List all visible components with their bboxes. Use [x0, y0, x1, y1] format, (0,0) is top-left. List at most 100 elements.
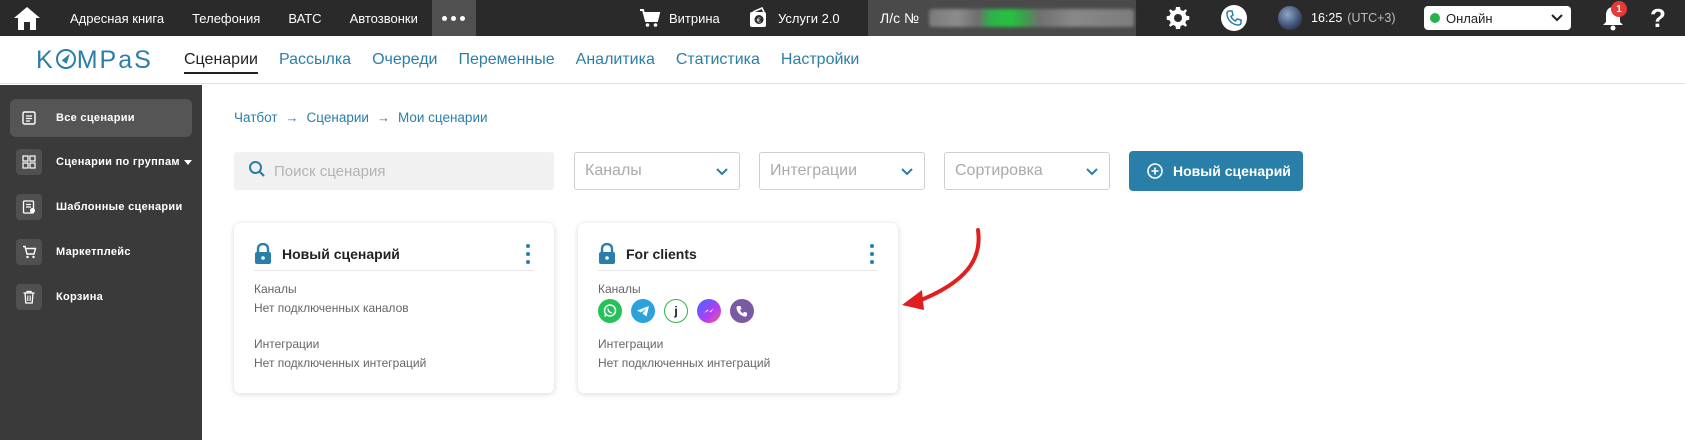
lock-icon: [254, 242, 272, 265]
top-nav: Адресная книга Телефония ВАТС Автозвонки: [56, 0, 476, 36]
top-nav-vats[interactable]: ВАТС: [274, 0, 335, 36]
cart-icon: [16, 239, 42, 265]
sidebar-item-templates[interactable]: Шаблонные сценарии: [10, 188, 192, 226]
jivo-icon: j: [664, 299, 688, 323]
clock: 16:25 (UTC+3): [1311, 0, 1396, 36]
trash-icon: [16, 284, 42, 310]
template-icon: [16, 194, 42, 220]
online-dot-icon: [1430, 13, 1440, 23]
sidebar-item-label: Маркетплейс: [56, 246, 131, 258]
kompas-logo[interactable]: K MPaS: [36, 46, 153, 75]
vitrina-label: Витрина: [669, 10, 720, 26]
sidebar-item-marketplace[interactable]: Маркетплейс: [10, 233, 192, 271]
kebab-menu-icon[interactable]: [870, 244, 876, 264]
more-menu-button[interactable]: [431, 0, 476, 36]
caret-down-icon: [183, 159, 192, 165]
logo-letters-mp: MP: [76, 46, 119, 74]
whatsapp-icon: [598, 299, 622, 323]
arrow-right-icon: →: [376, 110, 390, 125]
chevron-down-icon: [900, 165, 914, 184]
account-number: Л/с №: [868, 0, 1136, 36]
new-scenario-label: Новый сценарий: [1173, 163, 1291, 179]
tab-analytics[interactable]: Аналитика: [576, 36, 655, 84]
search-box[interactable]: [234, 152, 554, 190]
tab-scenarios[interactable]: Сценарии: [184, 36, 258, 84]
sidebar: Все сценарии Сценарии по группам Шаблонн…: [0, 85, 202, 440]
search-input[interactable]: [274, 162, 534, 180]
integrations-label: Интеграции: [598, 337, 664, 351]
integrations-label: Интеграции: [254, 337, 320, 351]
channels-value: Нет подключенных каналов: [254, 301, 409, 315]
section-tabs: Сценарии Рассылка Очереди Переменные Ана…: [184, 36, 880, 84]
integrations-select-value: Интеграции: [770, 162, 858, 179]
breadcrumb-chatbot[interactable]: Чатбот: [234, 110, 278, 125]
svg-text:€: €: [757, 17, 761, 25]
top-nav-telephony[interactable]: Телефония: [178, 0, 274, 36]
breadcrumb-my-scenarios[interactable]: Мои сценарии: [398, 110, 488, 125]
top-nav-autocalls[interactable]: Автозвонки: [336, 0, 432, 36]
account-label: Л/с №: [880, 10, 919, 26]
plus-circle-icon: [1147, 163, 1163, 179]
tab-mailing[interactable]: Рассылка: [279, 36, 351, 84]
time-value: 16:25: [1311, 11, 1343, 25]
channel-icons: j: [598, 299, 763, 323]
timezone-value: (UTC+3): [1347, 11, 1396, 25]
card-header: Новый сценарий: [254, 237, 534, 271]
sidebar-item-groups[interactable]: Сценарии по группам: [10, 143, 192, 181]
grid-icon: [16, 149, 42, 175]
channels-label: Каналы: [598, 282, 641, 296]
wallet-icon: €: [748, 7, 770, 29]
viber-icon: [730, 299, 754, 323]
cart-icon: [639, 8, 661, 28]
status-select[interactable]: Онлайн: [1424, 6, 1571, 30]
kebab-menu-icon[interactable]: [526, 244, 532, 264]
tab-settings[interactable]: Настройки: [781, 36, 859, 84]
search-icon: [248, 160, 266, 183]
channels-label: Каналы: [254, 282, 297, 296]
breadcrumb-scenarios[interactable]: Сценарии: [307, 110, 369, 125]
breadcrumb: Чатбот → Сценарии → Мои сценарии: [234, 110, 488, 125]
top-nav-address-book[interactable]: Адресная книга: [56, 0, 178, 36]
compass-icon: [55, 49, 76, 69]
channels-select[interactable]: Каналы: [574, 152, 740, 190]
tab-queues[interactable]: Очереди: [372, 36, 437, 84]
sort-select-value: Сортировка: [955, 162, 1043, 179]
messenger-icon: [697, 299, 721, 323]
new-scenario-button[interactable]: Новый сценарий: [1129, 151, 1303, 191]
avatar[interactable]: [1278, 6, 1302, 30]
arrow-right-icon: →: [285, 110, 299, 125]
section-bar: K MPaS Сценарии Рассылка Очереди Переменн…: [0, 36, 1685, 84]
home-icon[interactable]: [12, 4, 42, 32]
sidebar-item-label: Все сценарии: [56, 112, 135, 124]
logo-letter-s: S: [134, 46, 153, 74]
phone-icon[interactable]: [1221, 5, 1247, 31]
sidebar-item-label: Шаблонные сценарии: [56, 201, 183, 213]
card-header: For clients: [598, 237, 878, 271]
logo-letter-k: K: [36, 46, 55, 74]
chevron-down-icon: [1085, 165, 1099, 184]
status-value: Онлайн: [1446, 10, 1493, 26]
services-link[interactable]: € Услуги 2.0: [748, 0, 840, 36]
gear-icon[interactable]: [1166, 6, 1190, 30]
sidebar-item-label: Корзина: [56, 291, 104, 303]
scenario-card[interactable]: Новый сценарий Каналы Нет подключенных к…: [234, 223, 554, 393]
account-number-blurred: [929, 9, 1134, 27]
card-title[interactable]: Новый сценарий: [282, 246, 400, 262]
card-title[interactable]: For clients: [626, 246, 697, 262]
sort-select[interactable]: Сортировка: [944, 152, 1110, 190]
telegram-icon: [631, 299, 655, 323]
sidebar-item-trash[interactable]: Корзина: [10, 278, 192, 316]
scenario-card[interactable]: For clients Каналы j Интеграции Нет подк…: [578, 223, 898, 393]
notification-badge: 1: [1611, 1, 1627, 17]
tab-variables[interactable]: Переменные: [458, 36, 554, 84]
integrations-select[interactable]: Интеграции: [759, 152, 925, 190]
integrations-value: Нет подключенных интеграций: [254, 356, 427, 370]
top-bar: Адресная книга Телефония ВАТС Автозвонки…: [0, 0, 1685, 36]
help-icon[interactable]: ?: [1650, 0, 1666, 36]
tab-statistics[interactable]: Статистика: [676, 36, 760, 84]
annotation-arrow: [898, 226, 988, 321]
chevron-down-icon: [1551, 12, 1563, 27]
logo-letter-a: a: [118, 46, 135, 74]
sidebar-item-all-scenarios[interactable]: Все сценарии: [10, 99, 192, 137]
vitrina-link[interactable]: Витрина: [639, 0, 720, 36]
